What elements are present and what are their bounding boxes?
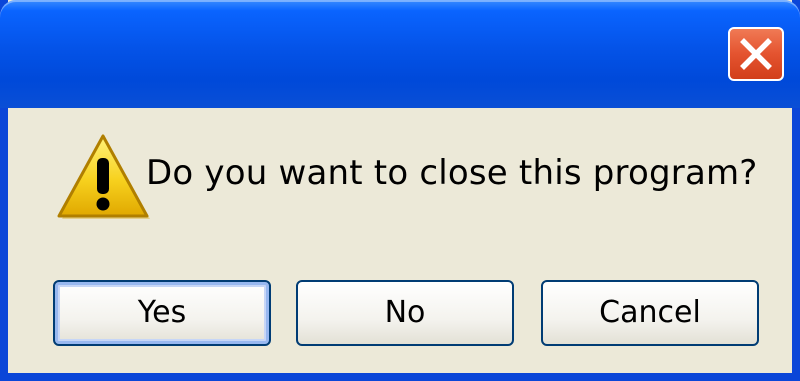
dialog-content: Do you want to close this program? Yes N… (8, 100, 792, 373)
close-icon (740, 38, 772, 70)
yes-button[interactable]: Yes (53, 280, 271, 346)
cancel-button[interactable]: Cancel (541, 280, 759, 346)
close-button[interactable] (728, 27, 784, 81)
warning-icon (57, 134, 150, 219)
title-bar[interactable] (0, 0, 800, 108)
no-button[interactable]: No (296, 280, 514, 346)
dialog-message: Do you want to close this program? (146, 153, 758, 193)
dialog-window: Do you want to close this program? Yes N… (0, 0, 800, 381)
